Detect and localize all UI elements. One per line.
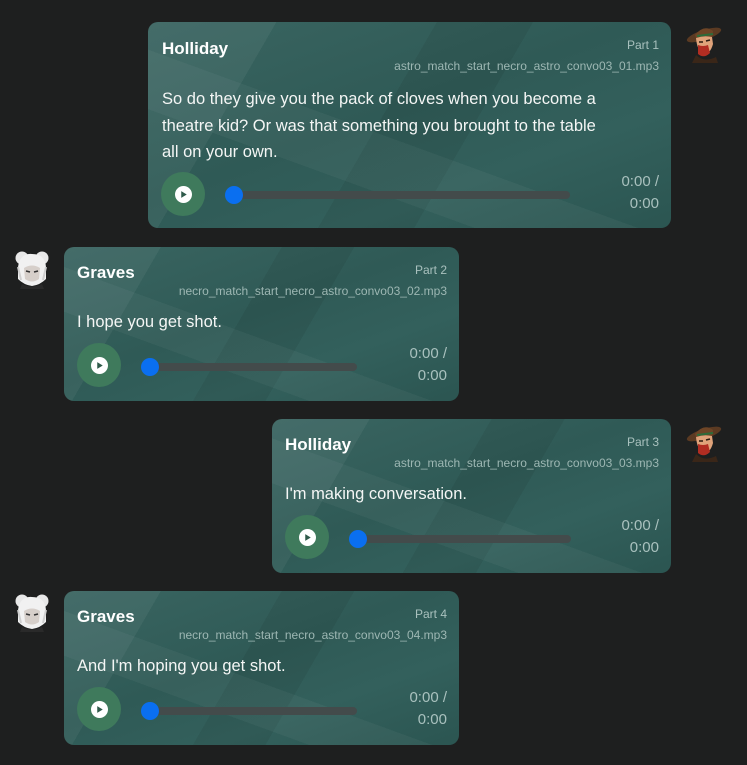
part-label: Part 1 [626, 38, 659, 52]
audio-time: 0:00 / 0:00 [409, 343, 447, 387]
play-icon [96, 705, 103, 713]
time-total: 0:00 [417, 711, 447, 728]
seek-thumb[interactable] [141, 702, 159, 720]
speaker-name: Holliday [285, 435, 352, 454]
audio-filename: necro_match_start_necro_astro_convo03_02… [178, 284, 447, 298]
seek-thumb[interactable] [141, 358, 159, 376]
seek-thumb[interactable] [225, 186, 243, 204]
audio-seek-bar[interactable] [225, 186, 570, 204]
message-bubble: Graves Part 4 necro_match_start_necro_as… [64, 591, 459, 745]
speaker-name: Holliday [162, 39, 229, 58]
audio-seek-bar[interactable] [141, 358, 357, 376]
speaker-name: Graves [77, 263, 135, 282]
audio-seek-bar[interactable] [349, 530, 571, 548]
cowboy-avatar [686, 27, 722, 63]
time-total: 0:00 [629, 195, 659, 212]
audio-time: 0:00 / 0:00 [409, 687, 447, 731]
message-text: And I'm hoping you get shot. [77, 653, 286, 680]
message-line: I hope you get shot. [77, 313, 222, 331]
time-current: 0:00 / [409, 345, 447, 362]
message-line: And I'm hoping you get shot. [77, 657, 286, 675]
cowboy-avatar [686, 426, 722, 462]
speaker-name: Graves [77, 607, 135, 626]
time-current: 0:00 / [409, 689, 447, 706]
message-text: I hope you get shot. [77, 309, 222, 336]
white-haired-avatar [15, 594, 49, 632]
time-total: 0:00 [629, 539, 659, 556]
play-button[interactable] [161, 172, 205, 216]
time-current: 0:00 / [621, 173, 659, 190]
play-button[interactable] [77, 343, 121, 387]
audio-time: 0:00 / 0:00 [621, 171, 659, 215]
message-bubble: Graves Part 2 necro_match_start_necro_as… [64, 247, 459, 401]
message-bubble: Holliday Part 3 astro_match_start_necro_… [272, 419, 671, 573]
part-label: Part 3 [626, 435, 659, 449]
play-icon [304, 533, 311, 541]
audio-filename: astro_match_start_necro_astro_convo03_01… [394, 59, 659, 73]
play-icon [180, 190, 187, 198]
time-current: 0:00 / [621, 517, 659, 534]
message-text: So do they give you the pack of cloves w… [162, 86, 596, 166]
audio-time: 0:00 / 0:00 [621, 515, 659, 559]
part-label: Part 2 [414, 263, 447, 277]
audio-filename: astro_match_start_necro_astro_convo03_03… [394, 456, 659, 470]
play-button[interactable] [285, 515, 329, 559]
audio-seek-bar[interactable] [141, 702, 357, 720]
message-line: all on your own. [162, 143, 278, 161]
message-line: So do they give you the pack of cloves w… [162, 90, 596, 108]
message-bubble: Holliday Part 1 astro_match_start_necro_… [148, 22, 671, 228]
play-icon [96, 361, 103, 369]
message-text: I'm making conversation. [285, 481, 467, 508]
white-haired-avatar [15, 251, 49, 289]
message-line: theatre kid? Or was that something you b… [162, 116, 596, 135]
message-line: I'm making conversation. [285, 485, 467, 503]
part-label: Part 4 [414, 607, 447, 621]
audio-filename: necro_match_start_necro_astro_convo03_04… [178, 628, 447, 642]
time-total: 0:00 [417, 367, 447, 384]
seek-thumb[interactable] [349, 530, 367, 548]
play-button[interactable] [77, 687, 121, 731]
